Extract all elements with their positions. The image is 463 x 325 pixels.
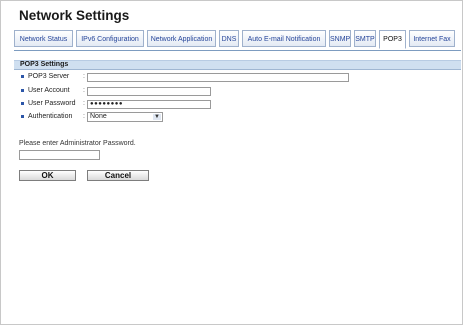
- tab-network-application[interactable]: Network Application: [147, 30, 216, 47]
- user-account-label: User Account: [28, 87, 70, 94]
- authentication-select[interactable]: None ▼: [87, 112, 163, 122]
- tab-auto-email-notification[interactable]: Auto E-mail Notification: [242, 30, 326, 47]
- cancel-button[interactable]: Cancel: [87, 170, 149, 181]
- ok-button[interactable]: OK: [19, 170, 76, 181]
- authentication-label: Authentication: [28, 113, 73, 120]
- bullet-square-icon: [21, 88, 24, 92]
- section-divider: [14, 69, 461, 70]
- authentication-value: None: [90, 113, 107, 120]
- section-header-bar: [14, 60, 461, 69]
- bullet-square-icon: [21, 114, 24, 118]
- tab-internet-fax[interactable]: Internet Fax: [409, 30, 455, 47]
- user-password-input[interactable]: ●●●●●●●●: [87, 100, 211, 109]
- section-title: POP3 Settings: [20, 61, 69, 68]
- tab-ipv6-configuration[interactable]: IPv6 Configuration: [76, 30, 144, 47]
- separator: :: [83, 73, 85, 80]
- pop3-server-label: POP3 Server: [28, 73, 70, 80]
- separator: :: [83, 100, 85, 107]
- admin-password-prompt: Please enter Administrator Password.: [19, 140, 136, 147]
- separator: :: [83, 113, 85, 120]
- chevron-down-icon[interactable]: ▼: [153, 114, 161, 120]
- bullet-square-icon: [21, 101, 24, 105]
- tab-bar: Network Status IPv6 Configuration Networ…: [14, 28, 461, 51]
- user-account-input[interactable]: [87, 87, 211, 96]
- user-password-label: User Password: [28, 100, 76, 107]
- tab-snmp[interactable]: SNMP: [329, 30, 351, 47]
- authentication-row: Authentication: [21, 113, 72, 120]
- admin-password-input[interactable]: [19, 150, 100, 160]
- user-password-row: User Password: [21, 100, 75, 107]
- tab-pop3[interactable]: POP3: [379, 30, 406, 49]
- bullet-square-icon: [21, 74, 24, 78]
- pop3-server-row: POP3 Server: [21, 73, 69, 80]
- tab-network-status[interactable]: Network Status: [14, 30, 73, 47]
- tab-dns[interactable]: DNS: [219, 30, 239, 47]
- user-account-row: User Account: [21, 87, 70, 94]
- pop3-server-input[interactable]: [87, 73, 349, 82]
- tab-smtp[interactable]: SMTP: [354, 30, 376, 47]
- separator: :: [83, 87, 85, 94]
- page-title: Network Settings: [19, 8, 130, 23]
